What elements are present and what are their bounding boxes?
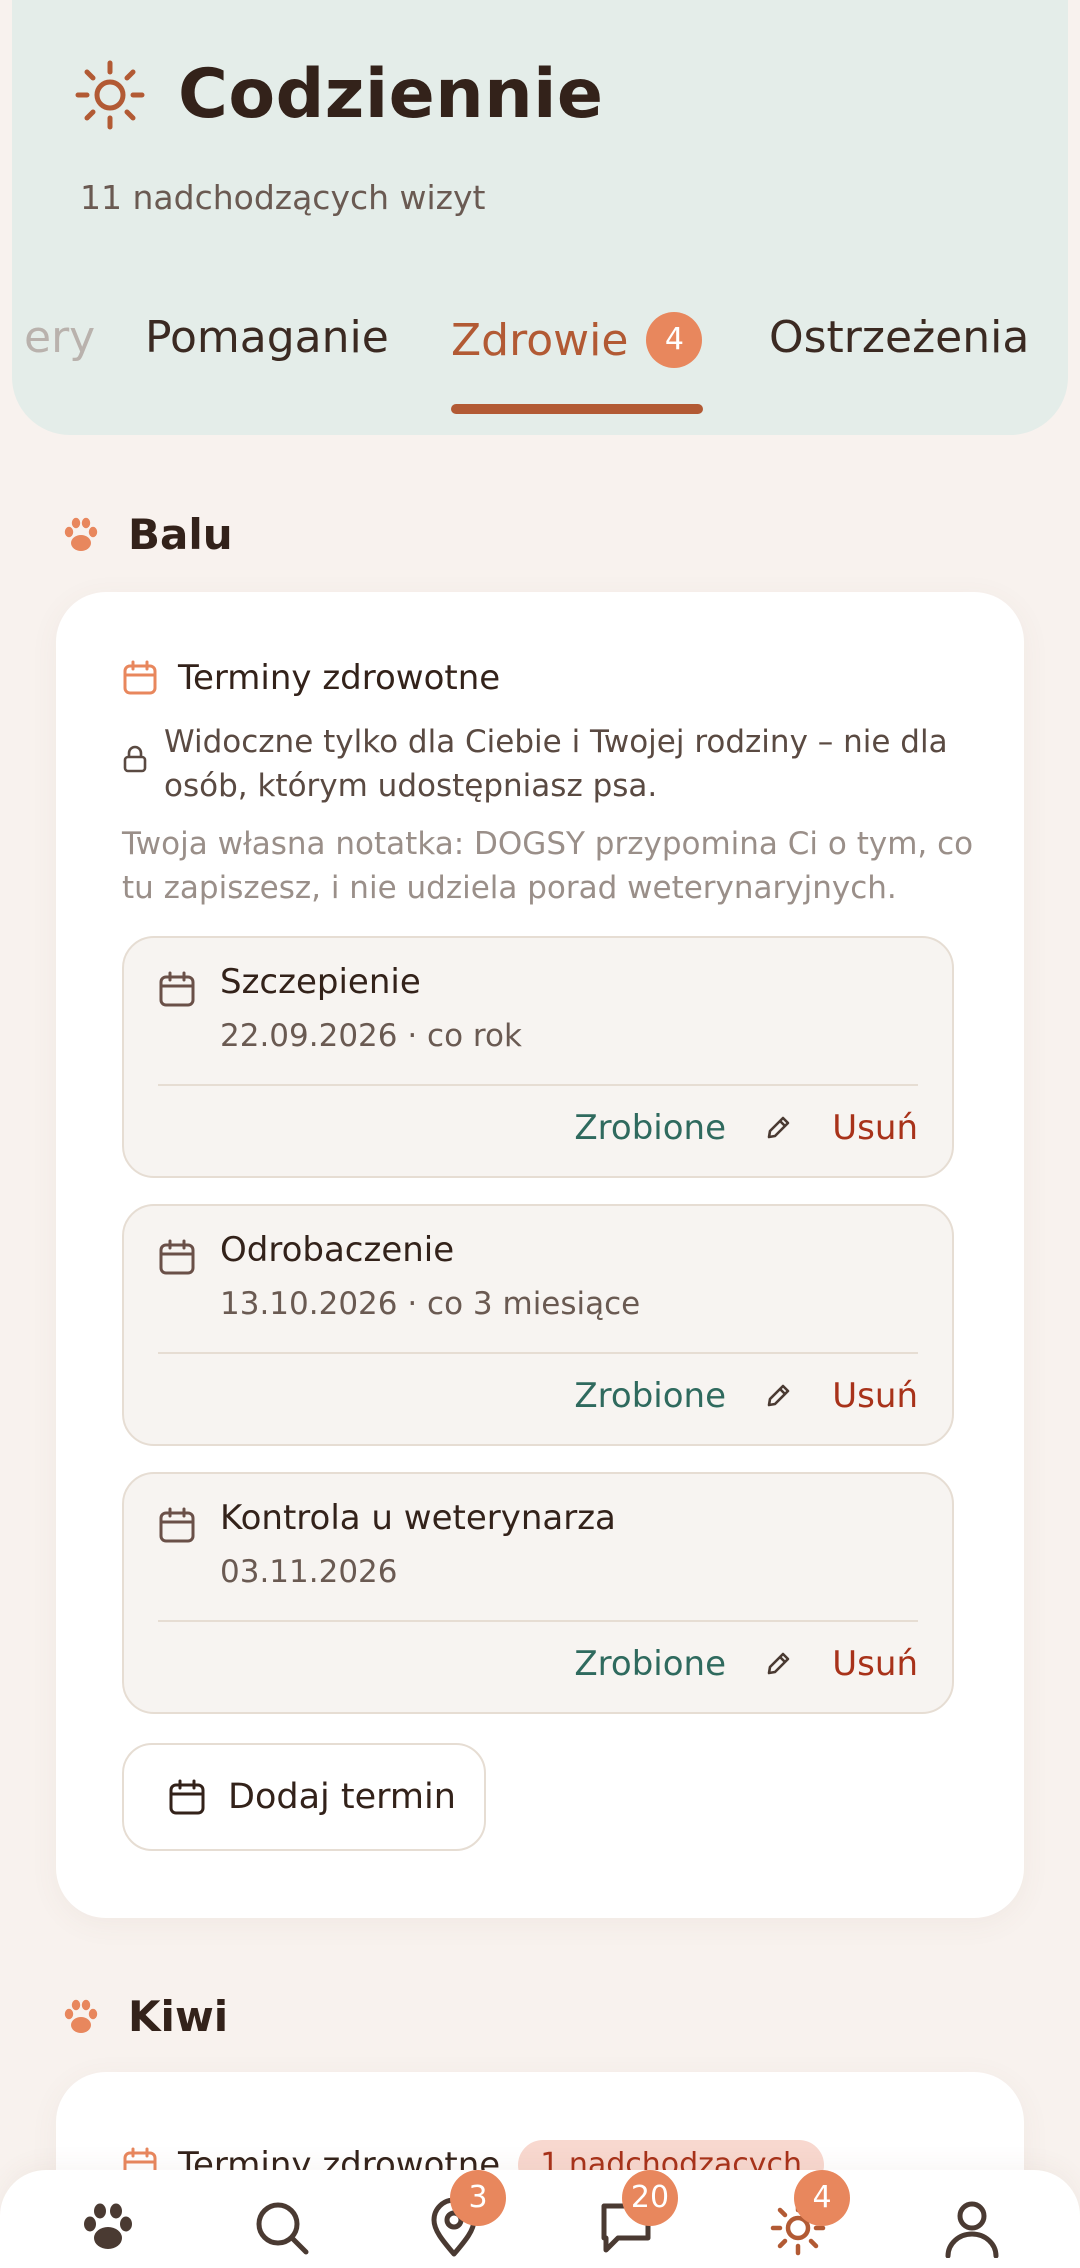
map-badge: 3	[450, 2170, 506, 2226]
chat-badge: 20	[622, 2170, 678, 2226]
tab-previous-partial[interactable]: ery	[24, 312, 95, 363]
sun-icon	[75, 60, 145, 130]
daily-badge: 4	[794, 2170, 850, 2226]
calendar-icon	[159, 1507, 195, 1543]
divider	[158, 1084, 918, 1086]
appointment-item: Szczepienie 22.09.2026 · co rok Zrobione…	[122, 936, 954, 1178]
disclaimer-note: Twoja własna notatka: DOGSY przypomina C…	[122, 826, 974, 906]
nav-item-daily[interactable]: 4	[768, 2170, 850, 2258]
page-title: Codziennie	[178, 55, 604, 134]
appointment-item: Odrobaczenie 13.10.2026 · co 3 miesiące …	[122, 1204, 954, 1446]
divider	[158, 1620, 918, 1622]
edit-pencil-icon[interactable]	[764, 1648, 794, 1678]
calendar-icon	[159, 1239, 195, 1275]
appointment-details: 22.09.2026 · co rok	[220, 1018, 522, 1054]
dog-name: Balu	[128, 510, 233, 559]
section-header-kiwi: Kiwi	[60, 1992, 228, 2041]
search-icon	[256, 2202, 309, 2255]
nav-item-map[interactable]: 3	[424, 2170, 506, 2258]
appointment-name: Kontrola u weterynarza	[220, 1498, 616, 1538]
calendar-icon	[123, 660, 157, 695]
mark-done-button[interactable]: Zrobione	[574, 1108, 726, 1148]
tab-zdrowie-label: Zdrowie	[451, 315, 629, 366]
tab-zdrowie-badge: 4	[646, 312, 703, 368]
health-card-balu: Terminy zdrowotne Widoczne tylko dla Cie…	[56, 592, 1024, 1918]
paw-icon	[84, 2203, 132, 2249]
upcoming-count: 11 nadchodzących wizyt	[80, 178, 486, 217]
nav-item-dogs[interactable]	[78, 2198, 138, 2258]
section-header-balu: Balu	[60, 510, 233, 559]
appointment-item: Kontrola u weterynarza 03.11.2026 Zrobio…	[122, 1472, 954, 1714]
appointment-details: 03.11.2026	[220, 1554, 398, 1590]
paw-icon	[64, 517, 98, 551]
delete-button[interactable]: Usuń	[832, 1644, 918, 1684]
paw-icon	[64, 1999, 98, 2033]
lock-icon	[123, 745, 147, 773]
edit-pencil-icon[interactable]	[764, 1112, 794, 1142]
appointment-details: 13.10.2026 · co 3 miesiące	[220, 1286, 641, 1322]
tab-ostrzezenia[interactable]: Ostrzeżenia	[769, 312, 1029, 363]
privacy-text: Widoczne tylko dla Ciebie i Twojej rodzi…	[164, 724, 948, 804]
add-appointment-label: Dodaj termin	[228, 1777, 456, 1817]
appointment-name: Szczepienie	[220, 962, 421, 1002]
tab-pomaganie[interactable]: Pomaganie	[145, 312, 389, 363]
calendar-icon	[169, 1779, 205, 1815]
active-tab-indicator	[451, 404, 703, 414]
app-header: Codziennie 11 nadchodzących wizyt ery Po…	[12, 0, 1068, 435]
tab-zdrowie[interactable]: Zdrowie 4	[451, 312, 703, 368]
calendar-icon	[159, 971, 195, 1007]
divider	[158, 1352, 918, 1354]
dog-name: Kiwi	[128, 1992, 229, 2041]
privacy-note: Widoczne tylko dla Ciebie i Twojej rodzi…	[122, 720, 962, 808]
appointment-name: Odrobaczenie	[220, 1230, 455, 1270]
edit-pencil-icon[interactable]	[764, 1380, 794, 1410]
mark-done-button[interactable]: Zrobione	[574, 1376, 726, 1416]
add-appointment-button[interactable]: Dodaj termin	[122, 1743, 486, 1851]
nav-item-chat[interactable]: 20	[596, 2170, 678, 2258]
nav-item-search[interactable]	[252, 2198, 312, 2258]
card-title-row: Terminy zdrowotne	[122, 658, 500, 698]
title-row: Codziennie	[70, 55, 604, 135]
category-tabs: ery Pomaganie Zdrowie 4 Ostrzeżenia	[12, 300, 1068, 420]
nav-item-profile[interactable]	[942, 2198, 1002, 2258]
profile-icon	[945, 2201, 999, 2258]
mark-done-button[interactable]: Zrobione	[574, 1644, 726, 1684]
bottom-navigation: 3 20 4	[0, 2170, 1080, 2268]
card-title: Terminy zdrowotne	[178, 658, 501, 698]
delete-button[interactable]: Usuń	[832, 1376, 918, 1416]
delete-button[interactable]: Usuń	[832, 1108, 918, 1148]
